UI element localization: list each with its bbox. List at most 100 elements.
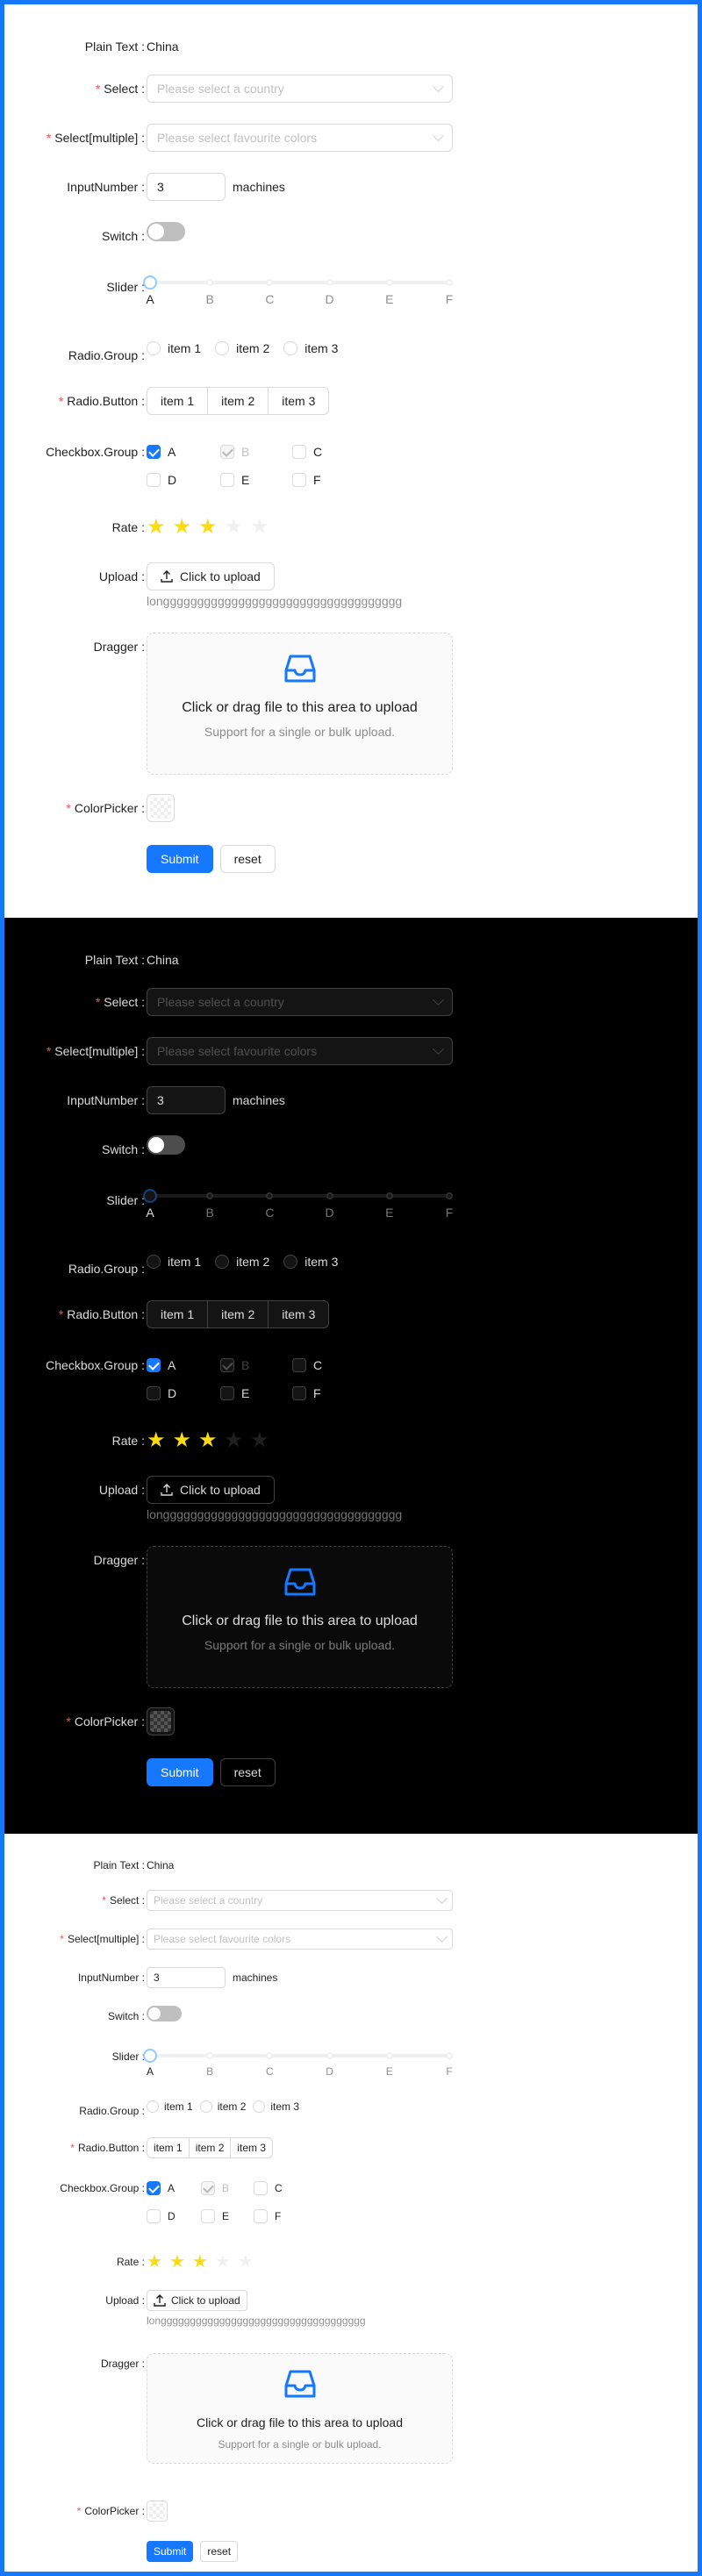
star-icon[interactable]: ★ [198, 1430, 218, 1451]
checkbox-option[interactable]: A [147, 445, 176, 459]
slider-mark[interactable]: A [146, 1206, 154, 1220]
reset-button[interactable]: reset [200, 2541, 239, 2562]
radio-option[interactable]: item 1 [147, 2100, 193, 2113]
reset-button[interactable]: reset [219, 1758, 276, 1786]
toggle-switch[interactable] [147, 1135, 185, 1155]
slider[interactable]: A B C D E F [145, 1186, 453, 1221]
slider-dot[interactable] [385, 2052, 393, 2059]
uploaded-file-name[interactable]: longgggggggggggggggggggggggggggggggggg [147, 1507, 402, 1521]
radio-circle[interactable] [283, 341, 298, 355]
slider-mark[interactable]: D [326, 1206, 334, 1220]
slider-handle[interactable] [145, 2050, 155, 2061]
slider-mark[interactable]: E [386, 2065, 393, 2078]
checkbox-option[interactable]: F [292, 1386, 321, 1400]
radio-button-option[interactable]: item 3 [268, 387, 330, 415]
radio-circle[interactable] [215, 1255, 230, 1269]
slider-dot[interactable] [385, 279, 393, 286]
slider-dot[interactable] [206, 279, 214, 286]
checkbox-option[interactable]: C [254, 2181, 283, 2195]
checkbox-option[interactable]: D [147, 1386, 176, 1400]
checkbox-option[interactable]: E [220, 473, 249, 487]
checkbox-box[interactable] [254, 2181, 268, 2195]
star-rating[interactable]: ★ ★ ★ ★ ★ [147, 517, 269, 538]
checkbox-box[interactable] [201, 2181, 215, 2195]
radio-circle[interactable] [147, 1255, 161, 1269]
radio-button-option[interactable]: item 2 [207, 1300, 269, 1328]
checkbox-box[interactable] [292, 1358, 306, 1372]
slider-mark[interactable]: C [266, 2065, 274, 2078]
slider-mark[interactable]: B [206, 292, 214, 306]
submit-button[interactable]: Submit [147, 845, 213, 873]
checkbox-option[interactable]: B [201, 2181, 229, 2195]
radio-option[interactable]: item 3 [283, 1255, 338, 1269]
slider-dot[interactable] [385, 1192, 393, 1199]
star-icon[interactable]: ★ [225, 1430, 244, 1451]
checkbox-option[interactable]: D [147, 473, 176, 487]
checkbox-option[interactable]: A [147, 1358, 176, 1372]
checkbox-box[interactable] [147, 445, 161, 459]
slider-mark[interactable]: E [385, 1206, 393, 1220]
checkbox-box[interactable] [147, 1386, 161, 1400]
slider[interactable]: A B C D E F [145, 273, 453, 308]
slider-dot[interactable] [446, 2052, 453, 2059]
slider-mark[interactable]: A [147, 2065, 154, 2078]
radio-option[interactable]: item 1 [147, 1255, 201, 1269]
radio-button-option[interactable]: item 2 [188, 2137, 232, 2158]
color-picker[interactable] [147, 794, 175, 822]
color-picker[interactable] [147, 2501, 168, 2522]
checkbox-box[interactable] [220, 1358, 234, 1372]
star-icon[interactable]: ★ [192, 2253, 208, 2271]
slider-dot[interactable] [446, 279, 453, 286]
radio-option[interactable]: item 3 [283, 341, 338, 355]
radio-option[interactable]: item 1 [147, 341, 201, 355]
country-select[interactable]: Please select a country [147, 1890, 453, 1911]
slider-dot[interactable] [206, 1192, 214, 1199]
checkbox-box[interactable] [292, 1386, 306, 1400]
slider-mark[interactable]: F [446, 1206, 454, 1220]
slider-mark[interactable]: D [326, 292, 334, 306]
quantity-input[interactable]: 3 [147, 1086, 226, 1114]
checkbox-box[interactable] [147, 2181, 161, 2195]
submit-button[interactable]: Submit [147, 2541, 194, 2562]
submit-button[interactable]: Submit [147, 1758, 213, 1786]
star-icon[interactable]: ★ [173, 517, 192, 538]
quantity-input[interactable]: 3 [147, 173, 226, 201]
slider-mark[interactable]: F [446, 292, 454, 306]
star-icon[interactable]: ★ [147, 2253, 162, 2271]
upload-button[interactable]: Click to upload [147, 2290, 247, 2311]
star-rating[interactable]: ★ ★ ★ ★ ★ [147, 1430, 269, 1451]
slider-mark[interactable]: B [206, 2065, 213, 2078]
slider-handle[interactable] [145, 277, 155, 288]
reset-button[interactable]: reset [219, 845, 276, 873]
checkbox-box[interactable] [220, 445, 234, 459]
radio-button-option[interactable]: item 3 [268, 1300, 330, 1328]
toggle-switch[interactable] [147, 2006, 182, 2021]
star-icon[interactable]: ★ [147, 1430, 166, 1451]
slider-dot[interactable] [266, 2052, 274, 2059]
checkbox-box[interactable] [220, 1386, 234, 1400]
checkbox-box[interactable] [254, 2209, 268, 2223]
checkbox-option[interactable]: B [220, 1358, 249, 1372]
color-picker[interactable] [147, 1707, 175, 1735]
upload-dragger[interactable]: Click or drag file to this area to uploa… [147, 633, 453, 775]
radio-button-option[interactable]: item 2 [207, 387, 269, 415]
checkbox-box[interactable] [147, 473, 161, 487]
slider-mark[interactable]: D [326, 2065, 333, 2078]
checkbox-box[interactable] [147, 1358, 161, 1372]
star-icon[interactable]: ★ [250, 517, 269, 538]
country-select[interactable]: Please select a country [147, 988, 453, 1016]
slider[interactable]: A B C D E F [145, 2046, 453, 2081]
checkbox-box[interactable] [147, 2209, 161, 2223]
radio-option[interactable]: item 2 [199, 2100, 246, 2113]
checkbox-option[interactable]: C [292, 445, 322, 459]
star-icon[interactable]: ★ [173, 1430, 192, 1451]
colors-multi-select[interactable]: Please select favourite colors [147, 1928, 453, 1950]
radio-circle[interactable] [253, 2100, 266, 2113]
radio-button-option[interactable]: item 3 [230, 2137, 274, 2158]
radio-button-option[interactable]: item 1 [147, 1300, 209, 1328]
star-icon[interactable]: ★ [198, 517, 218, 538]
star-icon[interactable]: ★ [147, 517, 166, 538]
radio-circle[interactable] [283, 1255, 298, 1269]
slider-dot[interactable] [326, 279, 333, 286]
uploaded-file-name[interactable]: longgggggggggggggggggggggggggggggggggg [147, 2315, 366, 2327]
